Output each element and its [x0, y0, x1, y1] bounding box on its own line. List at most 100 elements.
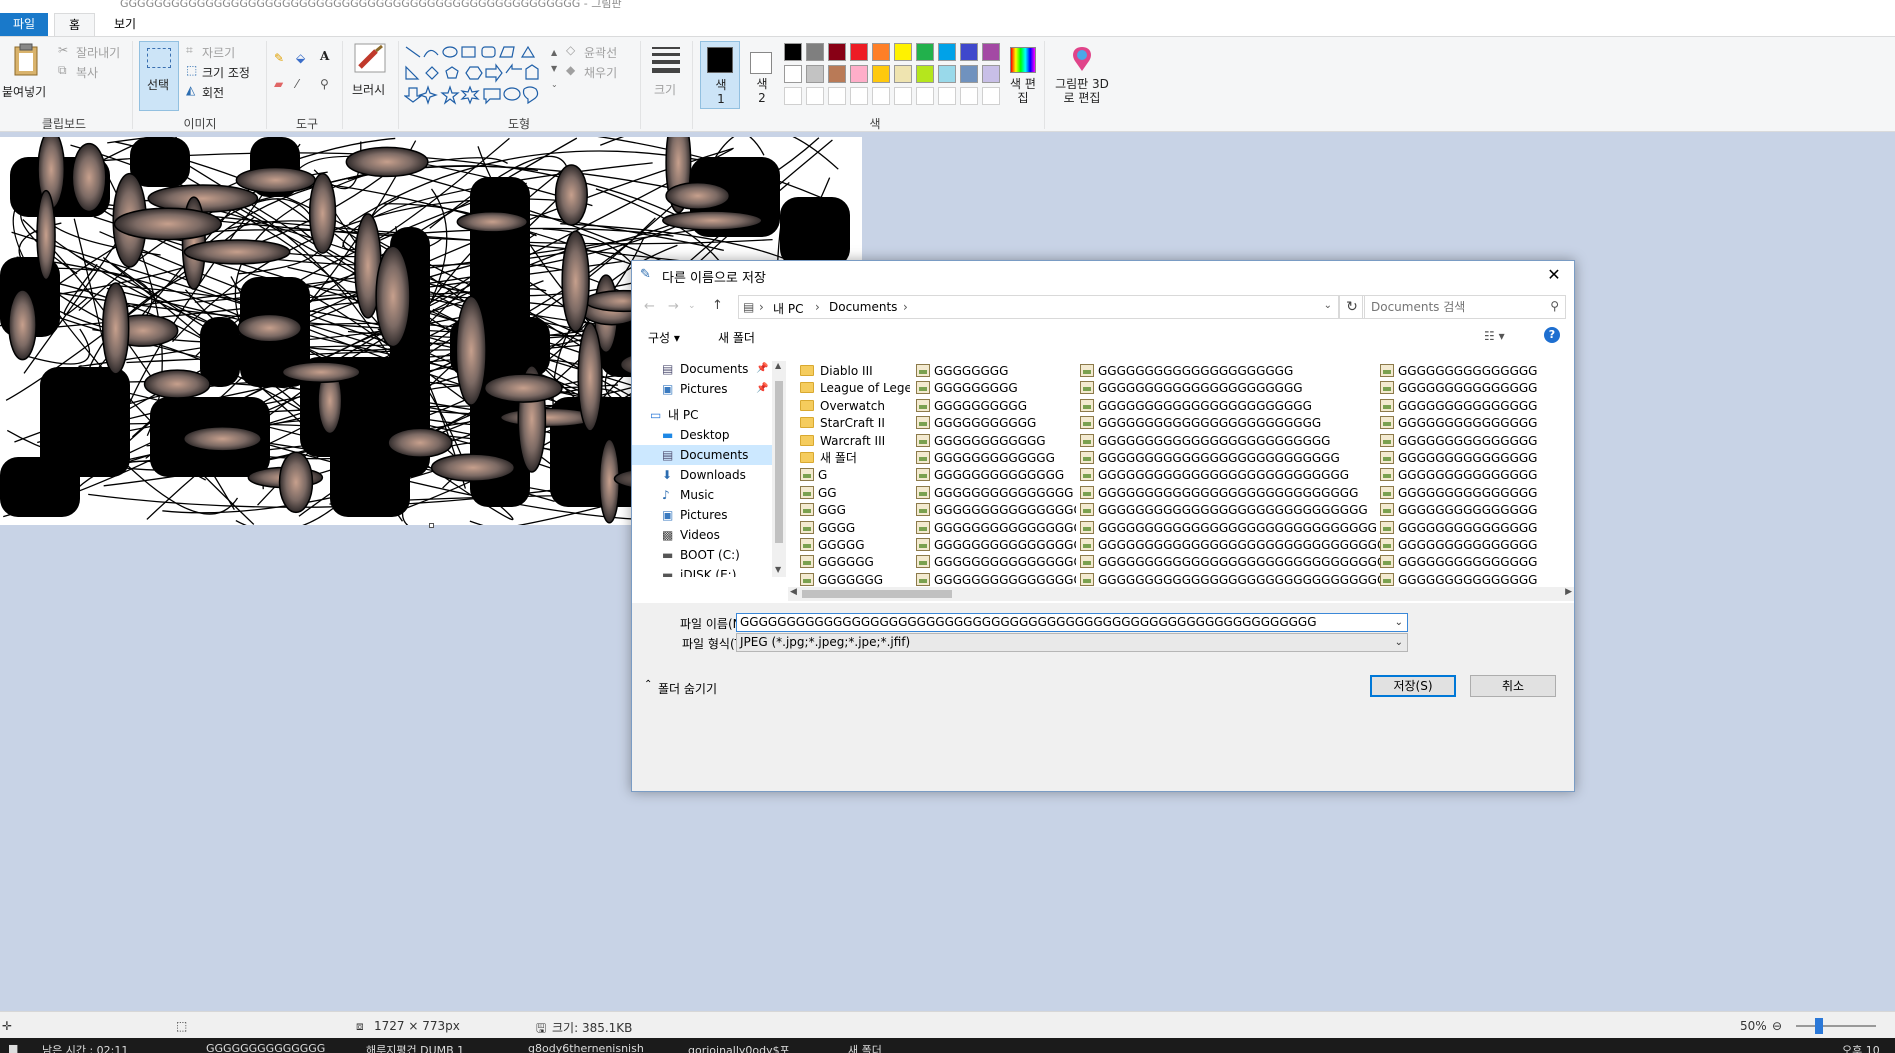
pencil-icon[interactable]: ✎: [274, 51, 290, 67]
file-item[interactable]: GGGGGGGGGGGGGGGGGGGGGGGGGGG: [1080, 467, 1380, 484]
file-item[interactable]: GGGGGGGGGGGGGGGGGGG: [916, 554, 1076, 571]
file-item[interactable]: GG: [800, 485, 910, 502]
palette-swatch[interactable]: [872, 87, 890, 105]
magnifier-icon[interactable]: ⚲: [320, 77, 336, 93]
cancel-button[interactable]: 취소: [1470, 675, 1556, 697]
organize-button[interactable]: 구성 ▾: [648, 329, 680, 346]
search-input[interactable]: [1371, 296, 1541, 318]
size-button[interactable]: 크기: [646, 43, 686, 107]
color-picker-icon[interactable]: ⁄: [296, 77, 312, 93]
palette-swatch[interactable]: [960, 43, 978, 61]
palette-swatch[interactable]: [938, 43, 956, 61]
folder-item[interactable]: League of Legends: [800, 380, 910, 397]
brushes-button[interactable]: 브러시: [348, 41, 392, 111]
file-item[interactable]: G: [800, 467, 910, 484]
navigation-pane[interactable]: ▤ Documents 📌 ▣ Pictures 📌 ▭ 내 PC ▬ Desktop ▤ Docum…: [632, 361, 772, 577]
palette-swatch[interactable]: [894, 43, 912, 61]
taskbar-item-2[interactable]: 해루지평건 DUMB 1: [366, 1042, 464, 1053]
nav-item[interactable]: ▬ iDISK (E:): [632, 565, 772, 577]
folder-item[interactable]: Overwatch: [800, 398, 910, 415]
file-item[interactable]: GGGGGGGGGGGG: [916, 433, 1076, 450]
taskbar-item-timer[interactable]: 남은 시간 : 02:11: [42, 1042, 128, 1053]
outline-button[interactable]: ◇ 윤곽선: [566, 43, 636, 61]
recent-dropdown-icon[interactable]: ⌄: [688, 301, 696, 311]
tab-view[interactable]: 보기: [100, 13, 150, 36]
save-button[interactable]: 저장(S): [1370, 675, 1456, 697]
new-folder-button[interactable]: 새 폴더: [718, 329, 755, 346]
eraser-icon[interactable]: ▰: [274, 77, 290, 93]
palette-swatch[interactable]: [850, 43, 868, 61]
file-item[interactable]: GGGGGGGGGGGGGGGGGGGGGGG: [1080, 398, 1380, 415]
file-item[interactable]: GGGGGGGGG: [916, 380, 1076, 397]
close-button[interactable]: ✕: [1540, 263, 1568, 287]
file-item[interactable]: GGGGGGGGGGGGGGG: [1380, 537, 1574, 554]
file-item[interactable]: GGGGGGGGGGGGGGGGGGGGGGGGGGGGG: [1080, 502, 1380, 519]
up-arrow-icon[interactable]: ↑: [712, 298, 723, 313]
nav-item[interactable]: ▣ Pictures: [632, 505, 772, 525]
file-item[interactable]: GGGGGGGGGGGGGGGGGGGGG: [1080, 363, 1380, 380]
file-item[interactable]: GGGGGGGGGGGGGGG: [1380, 485, 1574, 502]
scroll-down-icon[interactable]: ▼: [775, 565, 781, 574]
palette-swatch[interactable]: [938, 65, 956, 83]
palette-swatch[interactable]: [916, 87, 934, 105]
file-list[interactable]: Diablo III League of Legends Overwatch Star…: [792, 361, 1574, 587]
file-item[interactable]: GGGGGGGGGGGGGGG: [1380, 467, 1574, 484]
color2-button[interactable]: 색 2: [744, 41, 780, 109]
palette-swatch[interactable]: [806, 43, 824, 61]
file-item[interactable]: GGGGGGGGGGGGGGGGGGGGGGGGGGGGGGGGG: [1080, 572, 1380, 587]
shapes-scroll[interactable]: ▲ ▼ ⌄: [551, 45, 559, 99]
copy-button[interactable]: ⧉ 복사: [58, 63, 128, 81]
chevron-down-icon[interactable]: ⌄: [1395, 614, 1403, 631]
h-scroll-thumb[interactable]: [802, 590, 952, 598]
color1-button[interactable]: 색 1: [700, 41, 740, 109]
palette-swatch[interactable]: [784, 65, 802, 83]
edit-colors-button[interactable]: 색 편집: [1004, 41, 1042, 111]
palette-swatch[interactable]: [806, 65, 824, 83]
palette-swatch[interactable]: [828, 43, 846, 61]
fill-button[interactable]: ◆ 채우기: [566, 63, 636, 81]
resize-button[interactable]: ⬚ 크기 조정: [186, 63, 266, 81]
file-item[interactable]: GGGGGGGGGGGGGGGGGGGGGGGGGG: [1080, 450, 1380, 467]
file-item[interactable]: GGGGGGGGGGGGGGG: [1380, 572, 1574, 587]
file-item[interactable]: GGGGGGGGGGGGGGG: [1380, 520, 1574, 537]
file-item[interactable]: GGGGGGGGGGGGGGGGGGGGGGGGGGGGGG: [1080, 520, 1380, 537]
nav-item[interactable]: ▤ Documents 📌: [632, 361, 772, 379]
file-item[interactable]: GGGGGGGGGGGGGGGGGG: [916, 537, 1076, 554]
file-item[interactable]: GGGGGG: [800, 554, 910, 571]
palette-swatch[interactable]: [872, 65, 890, 83]
nav-item[interactable]: ▣ Pictures 📌: [632, 379, 772, 399]
nav-item[interactable]: ▩ Videos: [632, 525, 772, 545]
file-item[interactable]: GGGGGGGGGGG: [916, 415, 1076, 432]
breadcrumb-this-pc[interactable]: 내 PC: [773, 300, 803, 317]
file-item[interactable]: GGGGGGGGGGGGGGGGGGGG: [916, 572, 1076, 587]
paint3d-button[interactable]: 그림판 3D로 편집: [1050, 41, 1114, 111]
file-item[interactable]: GGGGGGGGGGGGGGGGGGGGGG: [1080, 380, 1380, 397]
nav-item[interactable]: ▭ 내 PC: [632, 405, 772, 425]
file-item[interactable]: GGGGGGGGGGGGGGG: [1380, 363, 1574, 380]
file-item[interactable]: GGGGGGGGGGGGGGGG: [916, 502, 1076, 519]
fill-bucket-icon[interactable]: ⬙: [296, 51, 312, 67]
address-bar[interactable]: ▤ › 내 PC › Documents › ⌄: [738, 295, 1339, 319]
palette-swatch[interactable]: [784, 43, 802, 61]
palette-swatch[interactable]: [960, 65, 978, 83]
cut-button[interactable]: ✂ 잘라내기: [58, 43, 128, 61]
folder-item[interactable]: StarCraft II: [800, 415, 910, 432]
breadcrumb-documents[interactable]: Documents: [829, 300, 897, 314]
filename-field[interactable]: GGGGGGGGGGGGGGGGGGGGGGGGGGGGGGGGGGGGGGGG…: [736, 613, 1408, 632]
shapes-gallery[interactable]: [404, 45, 550, 105]
file-item[interactable]: GGGGGGGGGGGGGGG: [1380, 433, 1574, 450]
palette-swatch[interactable]: [894, 87, 912, 105]
file-item[interactable]: GGGGGGGGGGGGGGGGGGGGGGGG: [1080, 415, 1380, 432]
search-box[interactable]: ⚲: [1362, 295, 1566, 319]
palette-swatch[interactable]: [938, 87, 956, 105]
folder-item[interactable]: Diablo III: [800, 363, 910, 380]
file-item[interactable]: GGGGGGGGGGGGGGG: [1380, 502, 1574, 519]
taskbar-item-4[interactable]: gorioinally0ody$포: [688, 1042, 790, 1053]
canvas-resize-handle[interactable]: [429, 523, 434, 528]
taskbar-item-folder[interactable]: 새 폴더: [848, 1042, 882, 1053]
file-item[interactable]: GGGG: [800, 520, 910, 537]
nav-item[interactable]: ⬇ Downloads: [632, 465, 772, 485]
tab-file[interactable]: 파일: [0, 13, 48, 36]
file-item[interactable]: GGGGGGG: [800, 572, 910, 587]
view-options-icon[interactable]: ☷ ▾: [1484, 329, 1505, 343]
